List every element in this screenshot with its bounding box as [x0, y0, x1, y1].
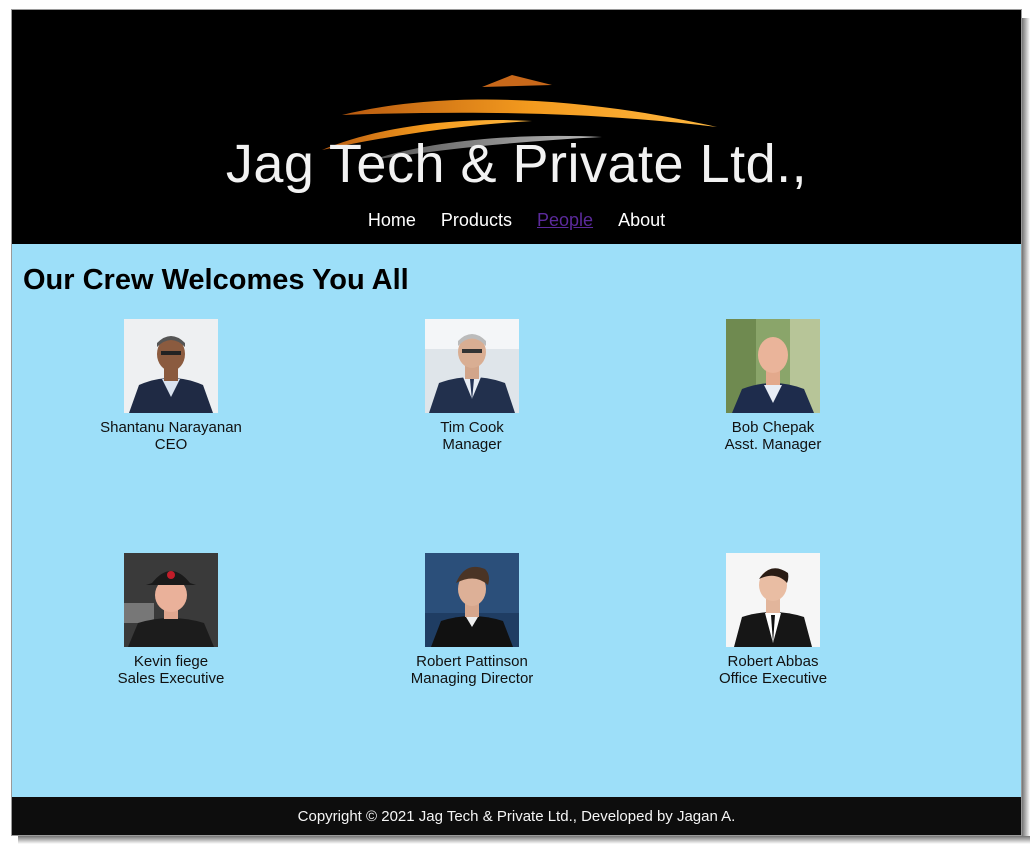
nav-people-link[interactable]: People: [537, 210, 593, 231]
person-name: Tim Cook: [440, 419, 504, 436]
site-title: Jag Tech & Private Ltd.,: [225, 134, 808, 194]
person-photo: [425, 553, 519, 647]
person-card: Robert Pattinson Managing Director: [372, 553, 572, 687]
person-role: Asst. Manager: [724, 436, 822, 453]
page-shadow-right: [1022, 18, 1030, 836]
person-photo: [726, 319, 820, 413]
person-name: Robert Pattinson: [416, 653, 528, 670]
person-role: Manager: [442, 436, 502, 453]
person-card: Robert Abbas Office Executive: [673, 553, 873, 687]
person-role: CEO: [154, 436, 188, 453]
site-footer: Copyright © 2021 Jag Tech & Private Ltd.…: [12, 797, 1021, 835]
person-role: Office Executive: [718, 670, 828, 687]
person-card: Tim Cook Manager: [372, 319, 572, 453]
nav-home-link[interactable]: Home: [368, 210, 416, 231]
site-header: Jag Tech & Private Ltd., Home Products P…: [12, 10, 1021, 244]
person-role: Managing Director: [410, 670, 534, 687]
page-shadow-bottom: [18, 836, 1030, 844]
person-photo: [425, 319, 519, 413]
person-photo: [726, 553, 820, 647]
person-card: Kevin fiege Sales Executive: [71, 553, 271, 687]
main-nav: Home Products People About: [12, 210, 1021, 231]
nav-products-link[interactable]: Products: [441, 210, 512, 231]
person-name: Robert Abbas: [727, 653, 819, 670]
nav-about-link[interactable]: About: [618, 210, 665, 231]
page-frame: Jag Tech & Private Ltd., Home Products P…: [11, 9, 1022, 836]
person-name: Kevin fiege: [133, 653, 209, 670]
person-role: Sales Executive: [117, 670, 225, 687]
person-card: Shantanu Narayanan CEO: [71, 319, 271, 453]
main-content: Our Crew Welcomes You All Shantanu Naray…: [12, 244, 1021, 797]
person-name: Bob Chepak: [731, 419, 815, 436]
page-heading: Our Crew Welcomes You All: [23, 264, 409, 296]
person-name: Shantanu Narayanan: [100, 419, 242, 436]
person-card: Bob Chepak Asst. Manager: [673, 319, 873, 453]
person-photo: [124, 319, 218, 413]
person-photo: [124, 553, 218, 647]
